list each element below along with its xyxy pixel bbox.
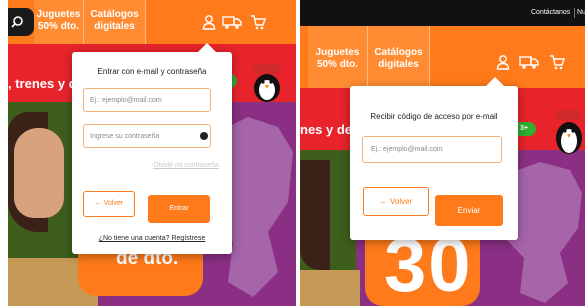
back-button[interactable]: ← Volver <box>363 187 429 216</box>
hero-photo-face <box>14 128 64 218</box>
user-icon[interactable] <box>202 14 216 30</box>
user-icon[interactable] <box>496 54 510 70</box>
popup-title: Entrar con e-mail y contraseña <box>97 67 207 76</box>
truck-icon[interactable] <box>519 54 539 70</box>
cart-icon[interactable] <box>549 54 565 70</box>
nav-tab-toys[interactable]: Juguetes 50% dto. <box>308 26 368 88</box>
contact-link[interactable]: Contáctanos <box>531 9 570 16</box>
forgot-password-link[interactable]: Olvidé mi contraseña <box>153 162 219 169</box>
penguin-illustration <box>254 64 280 102</box>
password-field[interactable]: Ingrese su contraseña <box>83 124 211 148</box>
hero-photo-book <box>300 270 360 306</box>
left-screen: Juguetes 50% dto. Catálogos digitales , … <box>8 0 296 306</box>
hero-headline: nes y de <box>300 122 353 137</box>
nav-tab-toys[interactable]: Juguetes 50% dto. <box>34 0 84 44</box>
truck-icon[interactable] <box>222 14 242 30</box>
search-icon <box>11 16 23 28</box>
hero-photo-hair <box>300 160 330 270</box>
nav-tab-catalogs[interactable]: Catálogos digitales <box>84 0 146 44</box>
code-popup: Recibir código de acceso por e-mail Ej.:… <box>350 77 518 240</box>
popup-caret <box>198 43 216 52</box>
email-field[interactable]: Ej.: ejemplo@mail.com <box>362 136 502 163</box>
penguin-illustration <box>556 110 582 154</box>
register-link[interactable]: ¿No tiene una cuenta? Regístrese <box>72 235 232 242</box>
cart-icon[interactable] <box>250 14 266 30</box>
submit-button[interactable]: Entrar <box>148 195 210 223</box>
email-field[interactable]: Ej.: ejemplo@mail.com <box>83 88 211 112</box>
login-popup: Entrar con e-mail y contraseña Ej.: ejem… <box>72 43 232 254</box>
nav-tab-catalogs[interactable]: Catálogos digitales <box>368 26 430 88</box>
hero-headline: , trenes y d <box>8 76 77 91</box>
topbar-link-next[interactable]: Nu <box>577 9 585 16</box>
back-button[interactable]: ← Volver <box>83 191 135 217</box>
popup-caret <box>486 77 504 86</box>
topbar-divider <box>574 8 575 18</box>
search-button[interactable] <box>8 8 34 36</box>
right-screen: Contáctanos Nu Juguetes 50% dto. Catálog… <box>300 0 585 306</box>
send-button[interactable]: Enviar <box>435 195 503 226</box>
popup-title: Recibir código de acceso por e-mail <box>370 112 498 121</box>
eye-icon[interactable] <box>200 132 208 140</box>
